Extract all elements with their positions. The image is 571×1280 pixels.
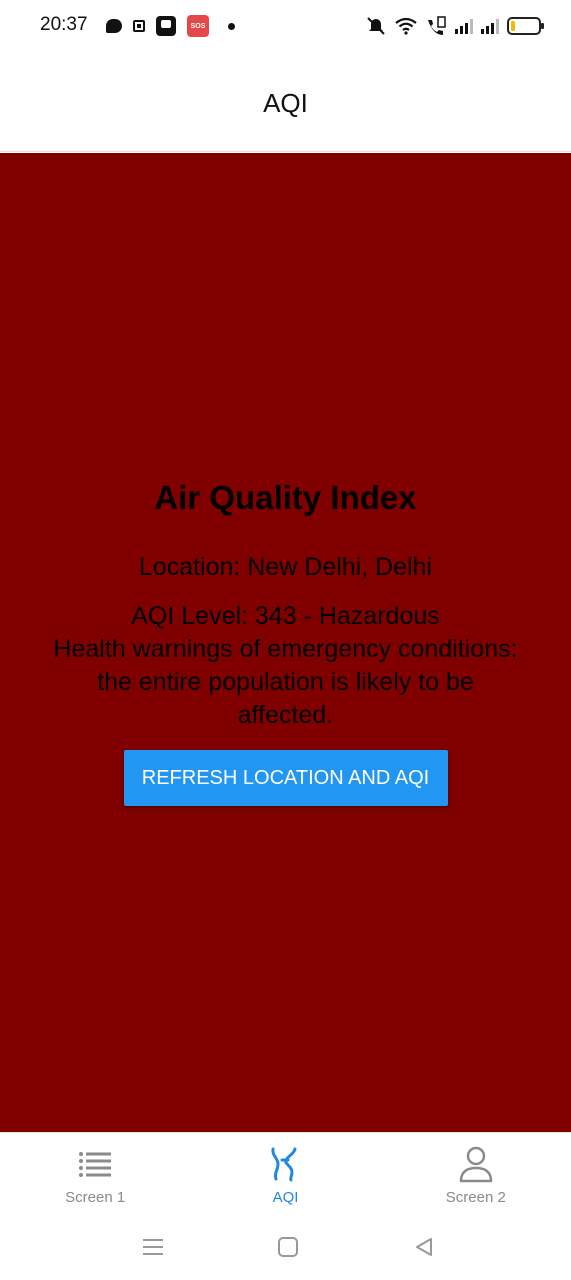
battery-fill xyxy=(511,21,515,31)
chat-bubble-icon xyxy=(106,19,122,33)
lungs-icon xyxy=(266,1145,304,1183)
tab-label: Screen 2 xyxy=(445,1189,506,1206)
battery-icon xyxy=(507,17,544,35)
system-status-icons xyxy=(365,14,544,38)
media-icon xyxy=(156,16,176,36)
notification-icons: SOS xyxy=(106,14,235,38)
aqi-content: Air Quality Index Location: New Delhi, D… xyxy=(0,153,571,1132)
wifi-icon xyxy=(395,17,417,35)
home-icon[interactable] xyxy=(273,1232,303,1262)
tab-screen-2[interactable]: Screen 2 xyxy=(381,1133,571,1218)
volte-icon xyxy=(428,16,446,35)
small-app-icon xyxy=(133,20,145,32)
silent-icon xyxy=(367,17,385,35)
tab-aqi[interactable]: AQI xyxy=(190,1133,380,1218)
tab-label: AQI xyxy=(272,1189,299,1206)
system-navigation-bar xyxy=(0,1218,571,1280)
tab-label: Screen 1 xyxy=(65,1189,126,1206)
back-icon[interactable] xyxy=(409,1232,439,1262)
health-message: Health warnings of emergency conditions:… xyxy=(53,635,518,729)
aqi-heading: Air Quality Index xyxy=(154,479,417,516)
signal-icon xyxy=(481,18,499,34)
page-title: AQI xyxy=(263,88,308,118)
bottom-navigation: Screen 1 AQI Screen 2 xyxy=(0,1132,571,1218)
signal-icon xyxy=(455,18,473,34)
recent-apps-icon[interactable] xyxy=(138,1232,168,1262)
refresh-location-button[interactable]: REFRESH LOCATION AND AQI xyxy=(123,750,448,806)
location-text: Location: New Delhi, Delhi xyxy=(138,553,433,581)
app-bar: AQI xyxy=(0,52,571,152)
tab-screen-1[interactable]: Screen 1 xyxy=(0,1133,190,1218)
list-icon xyxy=(76,1145,114,1183)
status-time: 20:37 xyxy=(40,14,88,35)
notification-dot-icon xyxy=(228,22,235,30)
sos-icon: SOS xyxy=(187,15,209,37)
person-icon xyxy=(457,1145,495,1183)
aqi-level-text: AQI Level: 343 - Hazardous xyxy=(131,602,440,630)
status-bar: 20:37 SOS xyxy=(0,0,571,52)
